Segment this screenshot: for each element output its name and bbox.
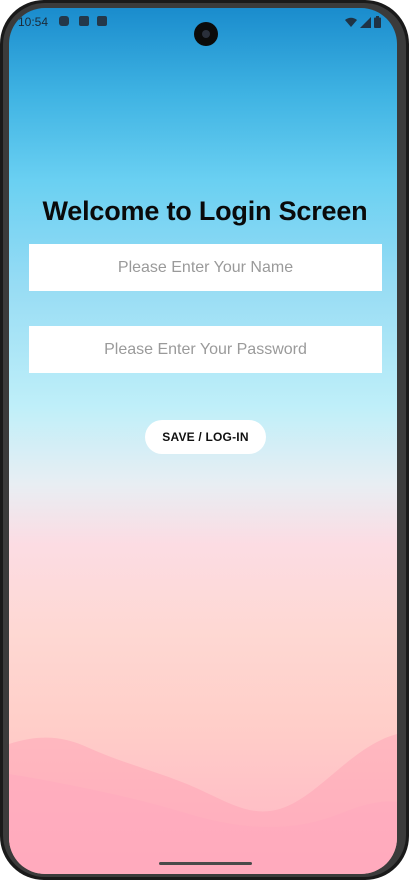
name-input[interactable]	[29, 244, 382, 291]
app-screen: 10:54 Welcome to Login Screen Please Ent…	[9, 8, 397, 874]
save-login-button[interactable]: SAVE / LOG-IN	[145, 420, 266, 454]
battery-icon	[374, 16, 381, 28]
status-time: 10:54	[18, 15, 49, 29]
front-camera	[194, 22, 218, 46]
mountain-background	[9, 734, 397, 874]
phone-frame: 10:54 Welcome to Login Screen Please Ent…	[0, 0, 409, 880]
text-a-icon	[97, 16, 107, 26]
wifi-icon	[345, 17, 357, 27]
cell-signal-icon	[360, 16, 371, 28]
shield-icon	[59, 16, 69, 26]
page-title: Welcome to Login Screen	[42, 196, 368, 226]
sd-card-icon	[79, 16, 89, 26]
status-right-icons	[345, 15, 381, 29]
home-indicator[interactable]	[159, 862, 252, 865]
password-input[interactable]	[29, 326, 382, 373]
save-login-button-label: SAVE / LOG-IN	[162, 430, 249, 444]
